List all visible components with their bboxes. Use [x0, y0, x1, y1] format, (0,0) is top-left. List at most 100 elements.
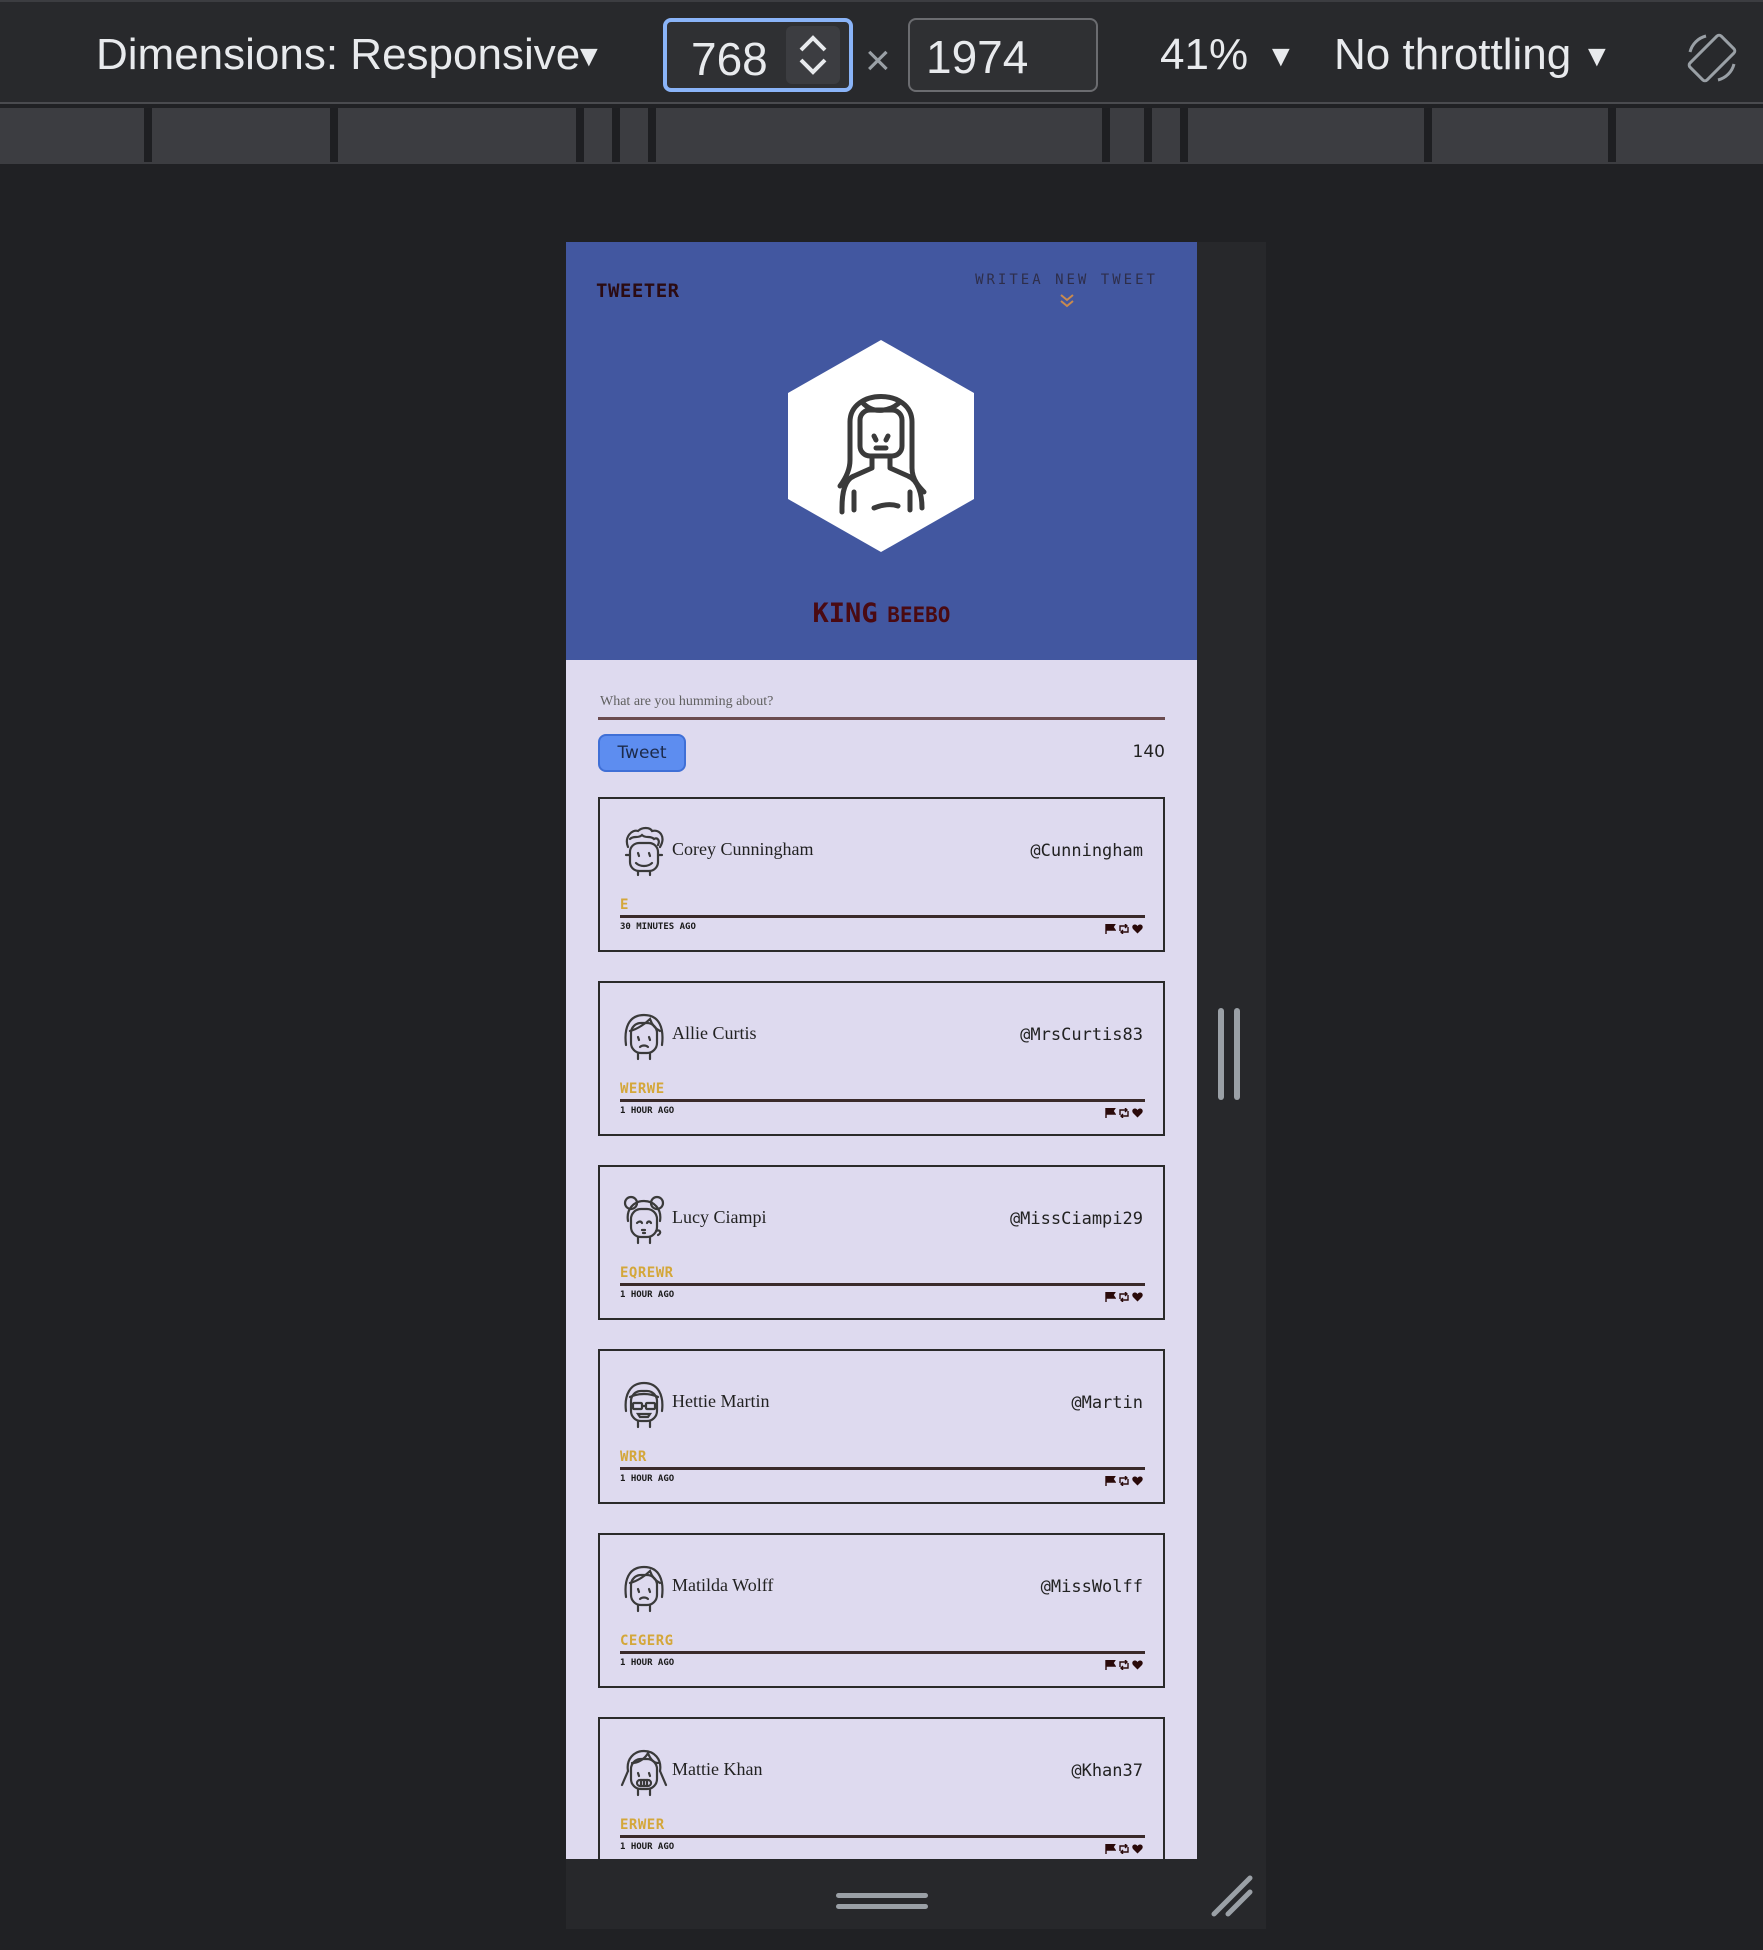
- tweet-actions: [1105, 1657, 1143, 1675]
- tweet-text: WRR: [620, 1449, 647, 1465]
- rotate-device-icon[interactable]: [1684, 30, 1740, 86]
- tweet-actions: [1105, 1473, 1143, 1491]
- tweet-actions: [1105, 1289, 1143, 1307]
- dimensions-caret-icon[interactable]: ▼: [574, 40, 604, 74]
- tweet-author-name[interactable]: Corey Cunningham: [672, 839, 814, 860]
- heart-icon[interactable]: [1132, 1289, 1143, 1307]
- tweet-text: ERWER: [620, 1817, 665, 1833]
- tweet-card: Allie Curtis @MrsCurtis83 WERWE 1 HOUR A…: [598, 981, 1165, 1136]
- tweet-author-handle[interactable]: @MissWolff: [1041, 1577, 1143, 1597]
- flag-icon[interactable]: [1105, 1289, 1117, 1307]
- tweet-text: CEGERG: [620, 1633, 674, 1649]
- tweet-button[interactable]: Tweet: [598, 734, 686, 772]
- tweet-divider: [620, 1835, 1145, 1838]
- double-chevron-down-icon[interactable]: [1059, 292, 1075, 308]
- tweet-card: Matilda Wolff @MissWolff CEGERG 1 HOUR A…: [598, 1533, 1165, 1688]
- tweet-author-name[interactable]: Allie Curtis: [672, 1023, 757, 1044]
- devtools-device-toolbar: Dimensions: Responsive ▼ 768 × 1974 41% …: [0, 0, 1763, 104]
- write-new-tweet-toggle[interactable]: WRITEA NEW TWEET: [964, 272, 1169, 308]
- tweet-author-handle[interactable]: @Khan37: [1071, 1761, 1143, 1781]
- resize-height-handle[interactable]: [836, 1889, 928, 1913]
- tweet-timestamp: 1 HOUR AGO: [620, 1842, 675, 1852]
- app-header: TWEETER WRITEA NEW TWEET KING BEEBO: [566, 242, 1197, 660]
- woman-pigtails-icon: [620, 1749, 668, 1797]
- tweet-divider: [620, 1651, 1145, 1654]
- flag-icon[interactable]: [1105, 1657, 1117, 1675]
- tweet-author-name[interactable]: Hettie Martin: [672, 1391, 769, 1412]
- tweet-feed: Corey Cunningham @Cunningham E 30 MINUTE…: [598, 797, 1165, 1859]
- tweet-actions: [1105, 1841, 1143, 1859]
- media-query-ruler[interactable]: [0, 108, 1763, 164]
- zoom-caret-icon[interactable]: ▼: [1266, 40, 1296, 74]
- write-new-tweet-label[interactable]: WRITEA NEW TWEET: [964, 272, 1169, 288]
- tweet-timestamp: 30 MINUTES AGO: [620, 922, 696, 932]
- heart-icon[interactable]: [1132, 1841, 1143, 1859]
- width-input[interactable]: 768: [663, 18, 853, 92]
- height-input[interactable]: 1974: [908, 18, 1098, 92]
- width-value[interactable]: 768: [691, 32, 768, 86]
- heart-icon[interactable]: [1132, 1105, 1143, 1123]
- heart-icon[interactable]: [1132, 921, 1143, 939]
- tweet-card: Hettie Martin @Martin WRR 1 HOUR AGO: [598, 1349, 1165, 1504]
- throttling-dropdown[interactable]: No throttling: [1334, 30, 1571, 80]
- tweet-actions: [1105, 921, 1143, 939]
- profile-first-name: KING: [812, 598, 878, 629]
- tweet-divider: [620, 915, 1145, 918]
- width-spinner[interactable]: [786, 26, 840, 84]
- tweet-divider: [620, 1283, 1145, 1286]
- flag-icon[interactable]: [1105, 1841, 1117, 1859]
- dimension-times-sign: ×: [865, 36, 891, 85]
- character-counter: 140: [1132, 742, 1165, 762]
- tweet-text: WERWE: [620, 1081, 665, 1097]
- compose-form: Tweet 140: [598, 662, 1165, 782]
- retweet-icon[interactable]: [1118, 921, 1130, 939]
- woman-buns-icon: [623, 1195, 665, 1245]
- heart-icon[interactable]: [1132, 1473, 1143, 1491]
- woman-glasses-icon: [624, 1381, 664, 1429]
- spinner-arrows-icon: [799, 35, 827, 75]
- tweet-text-input[interactable]: [598, 686, 1165, 720]
- tweet-timestamp: 1 HOUR AGO: [620, 1106, 675, 1116]
- tweet-author-name[interactable]: Mattie Khan: [672, 1759, 762, 1780]
- tweet-author-name[interactable]: Lucy Ciampi: [672, 1207, 766, 1228]
- resize-corner-icon[interactable]: [1210, 1874, 1254, 1918]
- retweet-icon[interactable]: [1118, 1105, 1130, 1123]
- tweet-timestamp: 1 HOUR AGO: [620, 1290, 675, 1300]
- woman-bob-icon: [624, 1013, 664, 1061]
- retweet-icon[interactable]: [1118, 1289, 1130, 1307]
- tweet-text: EQREWR: [620, 1265, 674, 1281]
- flag-icon[interactable]: [1105, 1473, 1117, 1491]
- tweet-card: Lucy Ciampi @MissCiampi29 EQREWR 1 HOUR …: [598, 1165, 1165, 1320]
- profile-last-name: BEEBO: [887, 603, 951, 627]
- device-viewport: TWEETER WRITEA NEW TWEET KING BEEBO What…: [566, 242, 1197, 1859]
- tweet-actions: [1105, 1105, 1143, 1123]
- tweet-timestamp: 1 HOUR AGO: [620, 1474, 675, 1484]
- profile-name: KING BEEBO: [566, 598, 1197, 629]
- profile-avatar: [788, 340, 974, 552]
- heart-icon[interactable]: [1132, 1657, 1143, 1675]
- tweet-text: E: [620, 897, 629, 913]
- tweet-author-handle[interactable]: @MrsCurtis83: [1020, 1025, 1143, 1045]
- tweet-divider: [620, 1099, 1145, 1102]
- retweet-icon[interactable]: [1118, 1841, 1130, 1859]
- flag-icon[interactable]: [1105, 921, 1117, 939]
- tweet-divider: [620, 1467, 1145, 1470]
- tweet-timestamp: 1 HOUR AGO: [620, 1658, 675, 1668]
- tweet-author-handle[interactable]: @Martin: [1071, 1393, 1143, 1413]
- resize-width-handle[interactable]: [1218, 1008, 1242, 1100]
- throttling-caret-icon[interactable]: ▼: [1582, 40, 1612, 74]
- tweet-author-handle[interactable]: @Cunningham: [1030, 841, 1143, 861]
- zoom-dropdown[interactable]: 41%: [1160, 30, 1248, 80]
- tweet-author-name[interactable]: Matilda Wolff: [672, 1575, 773, 1596]
- tweet-card: Corey Cunningham @Cunningham E 30 MINUTE…: [598, 797, 1165, 952]
- retweet-icon[interactable]: [1118, 1473, 1130, 1491]
- retweet-icon[interactable]: [1118, 1657, 1130, 1675]
- curly-hair-man-icon: [624, 826, 664, 877]
- woman-bob-icon: [624, 1565, 664, 1613]
- tweet-card: Mattie Khan @Khan37 ERWER 1 HOUR AGO: [598, 1717, 1165, 1859]
- brand-logo[interactable]: TWEETER: [596, 280, 680, 302]
- height-value[interactable]: 1974: [926, 30, 1028, 84]
- tweet-author-handle[interactable]: @MissCiampi29: [1010, 1209, 1143, 1229]
- flag-icon[interactable]: [1105, 1105, 1117, 1123]
- dimensions-dropdown[interactable]: Dimensions: Responsive: [96, 30, 580, 80]
